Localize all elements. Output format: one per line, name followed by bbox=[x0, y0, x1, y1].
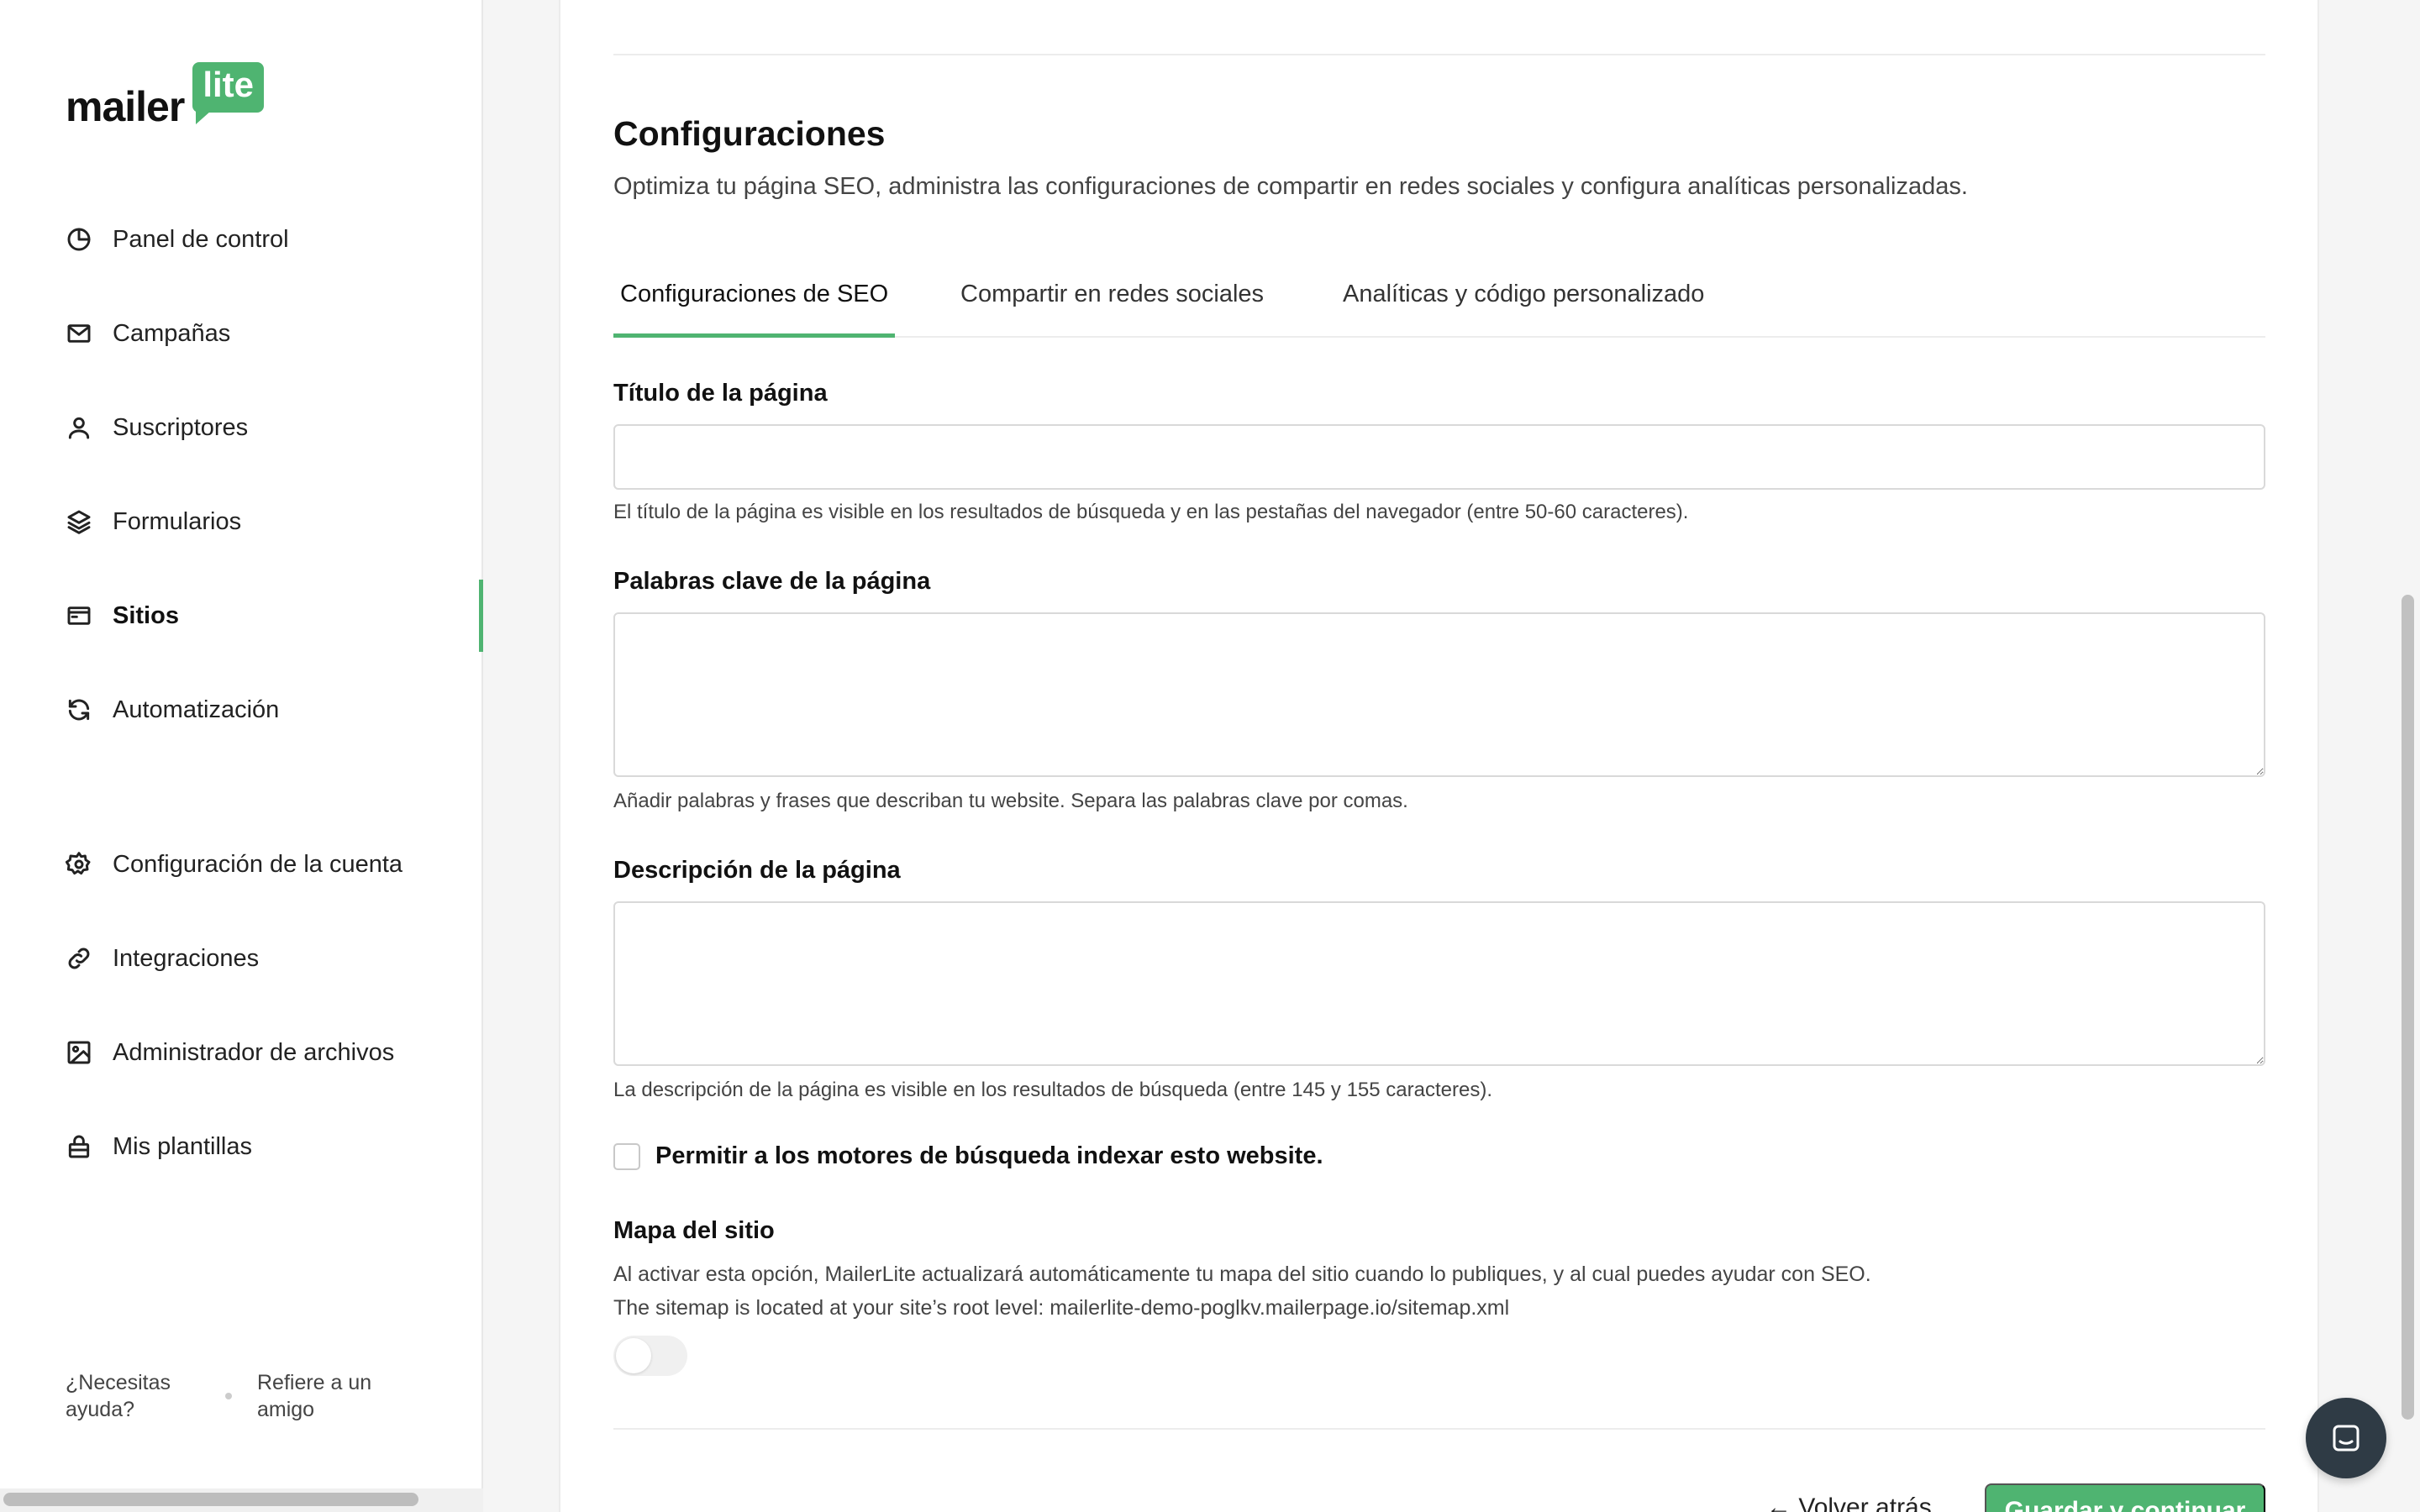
keywords-help: Añadir palabras y frases que describan t… bbox=[613, 790, 1408, 812]
sidebar-item-account-settings[interactable]: Configuración de la cuenta bbox=[0, 831, 483, 898]
tab-seo-settings[interactable]: Configuraciones de SEO bbox=[613, 252, 896, 338]
indexing-checkbox[interactable] bbox=[613, 1142, 640, 1170]
vertical-scrollbar[interactable] bbox=[2396, 0, 2420, 1512]
description-textarea[interactable] bbox=[613, 901, 2265, 1066]
mail-icon bbox=[66, 320, 92, 347]
layers-icon bbox=[66, 508, 92, 535]
divider bbox=[613, 1428, 2265, 1430]
keywords-textarea[interactable] bbox=[613, 612, 2265, 777]
refer-friend-link[interactable]: Refiere a un amigo bbox=[257, 1369, 392, 1423]
sidebar-item-automation[interactable]: Automatización bbox=[0, 676, 483, 743]
description-help: La descripción de la página es visible e… bbox=[613, 1079, 1492, 1101]
sidebar-item-subscribers[interactable]: Suscriptores bbox=[0, 394, 483, 461]
tab-analytics-code[interactable]: Analíticas y código personalizado bbox=[1343, 252, 1704, 336]
vertical-scrollbar-thumb[interactable] bbox=[2402, 595, 2414, 1420]
footer-separator bbox=[225, 1393, 232, 1399]
lock-icon bbox=[66, 1133, 92, 1160]
save-continue-button[interactable]: Guardar y continuar bbox=[1985, 1483, 2265, 1512]
sidebar-item-label: Integraciones bbox=[113, 944, 260, 972]
page-title-label: Título de la página bbox=[613, 380, 828, 407]
sidebar-item-label: Mis plantillas bbox=[113, 1132, 252, 1160]
indexing-option[interactable]: Permitir a los motores de búsqueda index… bbox=[613, 1142, 1323, 1170]
sidebar-item-label: Administrador de archivos bbox=[113, 1038, 395, 1066]
refresh-icon bbox=[66, 696, 92, 723]
link-icon bbox=[66, 945, 92, 972]
page-title-help: El título de la página es visible en los… bbox=[613, 501, 1689, 523]
logo-text: mailer bbox=[66, 83, 185, 130]
sitemap-location: The sitemap is located at your site’s ro… bbox=[613, 1296, 1510, 1320]
sidebar-item-label: Sitios bbox=[113, 601, 179, 629]
sidebar-item-label: Automatización bbox=[113, 696, 280, 723]
section-title: Configuraciones bbox=[613, 114, 886, 153]
horizontal-scrollbar[interactable] bbox=[0, 1488, 483, 1512]
sidebar-item-integrations[interactable]: Integraciones bbox=[0, 925, 483, 992]
mailerlite-logo[interactable]: mailer lite bbox=[66, 62, 265, 130]
horizontal-scrollbar-thumb[interactable] bbox=[3, 1493, 418, 1506]
back-button[interactable]: ← Volver atrás bbox=[1766, 1494, 1932, 1512]
sidebar-item-campaigns[interactable]: Campañas bbox=[0, 300, 483, 367]
page-title-input[interactable] bbox=[613, 424, 2265, 490]
sidebar-item-sites[interactable]: Sitios bbox=[0, 580, 483, 652]
settings-tabs: Configuraciones de SEO Compartir en rede… bbox=[613, 252, 2265, 338]
sitemap-help: Al activar esta opción, MailerLite actua… bbox=[613, 1263, 1871, 1286]
sidebar-item-label: Campañas bbox=[113, 319, 231, 347]
section-subtitle: Optimiza tu página SEO, administra las c… bbox=[613, 173, 1968, 200]
sidebar-item-label: Panel de control bbox=[113, 225, 289, 253]
sidebar-item-forms[interactable]: Formularios bbox=[0, 488, 483, 555]
user-icon bbox=[66, 414, 92, 441]
browser-icon bbox=[66, 602, 92, 629]
sitemap-toggle-knob bbox=[616, 1338, 651, 1373]
dashboard-icon bbox=[66, 226, 92, 253]
sitemap-toggle[interactable] bbox=[613, 1336, 687, 1376]
help-link[interactable]: ¿Necesitas ayuda? bbox=[66, 1369, 200, 1423]
keywords-label: Palabras clave de la página bbox=[613, 568, 931, 595]
sidebar-item-label: Suscriptores bbox=[113, 413, 249, 441]
divider bbox=[613, 54, 2265, 55]
image-icon bbox=[66, 1039, 92, 1066]
sitemap-label: Mapa del sitio bbox=[613, 1217, 775, 1244]
chat-launcher-button[interactable] bbox=[2306, 1398, 2386, 1478]
sidebar-item-templates[interactable]: Mis plantillas bbox=[0, 1113, 483, 1180]
sidebar: mailer lite Panel de control Campañas Su… bbox=[0, 0, 483, 1512]
indexing-checkbox-label: Permitir a los motores de búsqueda index… bbox=[655, 1142, 1323, 1169]
sidebar-footer: ¿Necesitas ayuda? Refiere a un amigo bbox=[66, 1369, 392, 1423]
description-label: Descripción de la página bbox=[613, 857, 901, 884]
sidebar-item-label: Configuración de la cuenta bbox=[113, 850, 403, 878]
sidebar-item-label: Formularios bbox=[113, 507, 242, 535]
sidebar-item-dashboard[interactable]: Panel de control bbox=[0, 206, 483, 273]
sidebar-item-file-manager[interactable]: Administrador de archivos bbox=[0, 1019, 483, 1086]
gear-icon bbox=[66, 851, 92, 878]
logo-badge: lite bbox=[192, 62, 265, 124]
chat-icon bbox=[2333, 1425, 2360, 1452]
tab-social-sharing[interactable]: Compartir en redes sociales bbox=[960, 252, 1264, 336]
